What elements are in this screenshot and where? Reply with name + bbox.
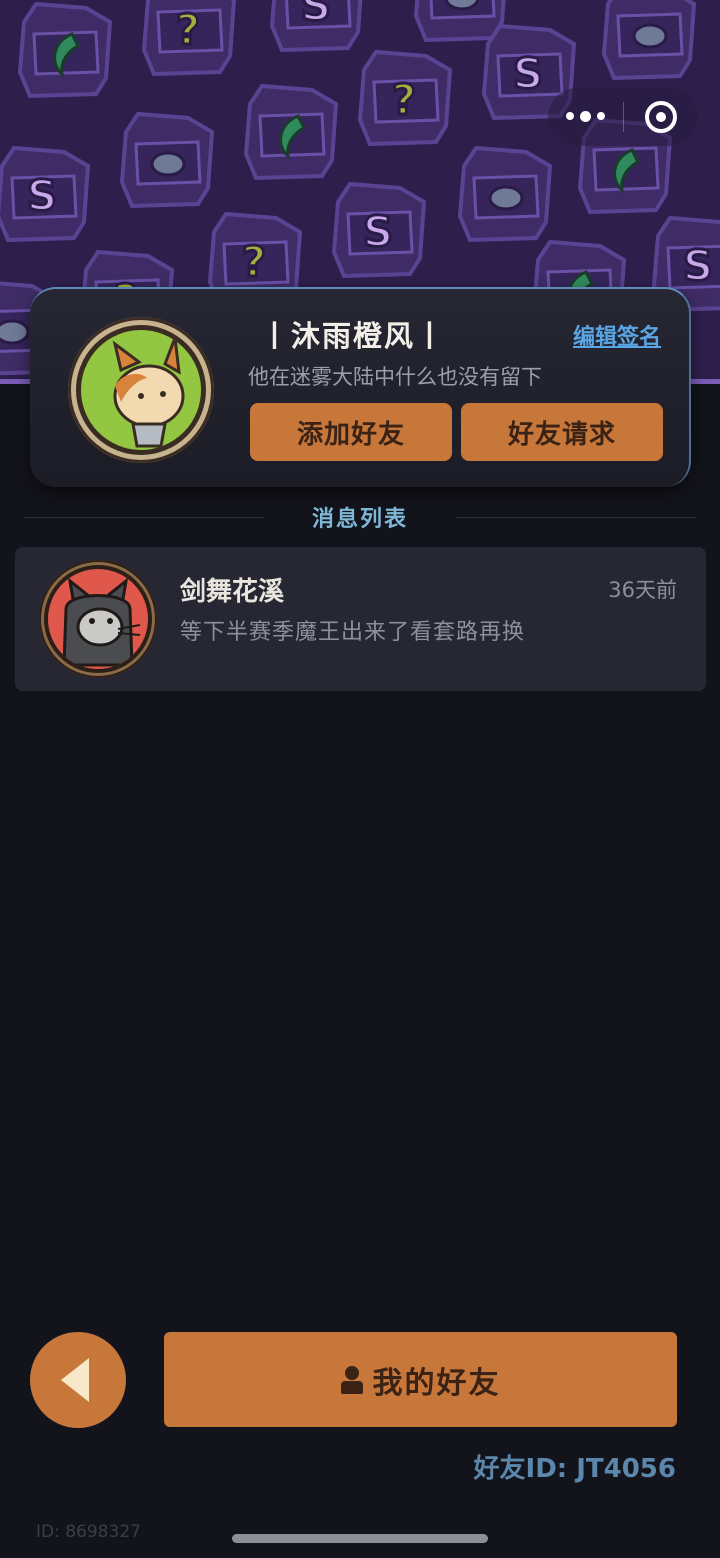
cat-avatar-image	[44, 565, 152, 673]
message-list-header: 消息列表	[0, 500, 720, 534]
my-friends-button[interactable]: 我的好友	[164, 1332, 677, 1427]
profile-card: 丨沐雨橙风丨 编辑签名 他在迷雾大陆中什么也没有留下 添加好友 好友请求	[30, 287, 691, 487]
avatar[interactable]	[68, 317, 214, 463]
close-button[interactable]	[624, 88, 699, 146]
back-button[interactable]	[30, 1332, 126, 1428]
my-friends-label: 我的好友	[372, 1365, 501, 1401]
message-list-title: 消息列表	[311, 507, 408, 532]
list-item[interactable]: 剑舞花溪 36天前 等下半赛季魔王出来了看套路再换	[15, 547, 706, 691]
profile-signature: 他在迷雾大陆中什么也没有留下	[248, 365, 542, 389]
back-arrow-icon	[61, 1358, 89, 1402]
friend-requests-button[interactable]: 好友请求	[461, 403, 663, 461]
profile-name: 丨沐雨橙风丨	[260, 319, 447, 353]
message-sender-name: 剑舞花溪	[180, 577, 285, 607]
person-icon	[340, 1365, 363, 1394]
miniprogram-capsule	[548, 88, 698, 146]
divider-left	[24, 517, 264, 518]
target-circle-icon	[644, 101, 677, 133]
user-id-label: ID: 8698327	[36, 1522, 141, 1542]
add-friend-button[interactable]: 添加好友	[250, 403, 452, 461]
divider-right	[456, 517, 696, 518]
message-time: 36天前	[608, 578, 677, 602]
edit-signature-link[interactable]: 编辑签名	[573, 319, 661, 351]
avatar	[39, 560, 157, 678]
home-indicator[interactable]	[232, 1534, 488, 1543]
more-dots-icon	[565, 110, 605, 122]
friend-id-label: 好友ID: JT4056	[473, 1454, 676, 1484]
message-preview: 等下半赛季魔王出来了看套路再换	[180, 620, 526, 645]
more-button[interactable]	[548, 88, 623, 146]
fox-avatar-image	[76, 325, 206, 455]
